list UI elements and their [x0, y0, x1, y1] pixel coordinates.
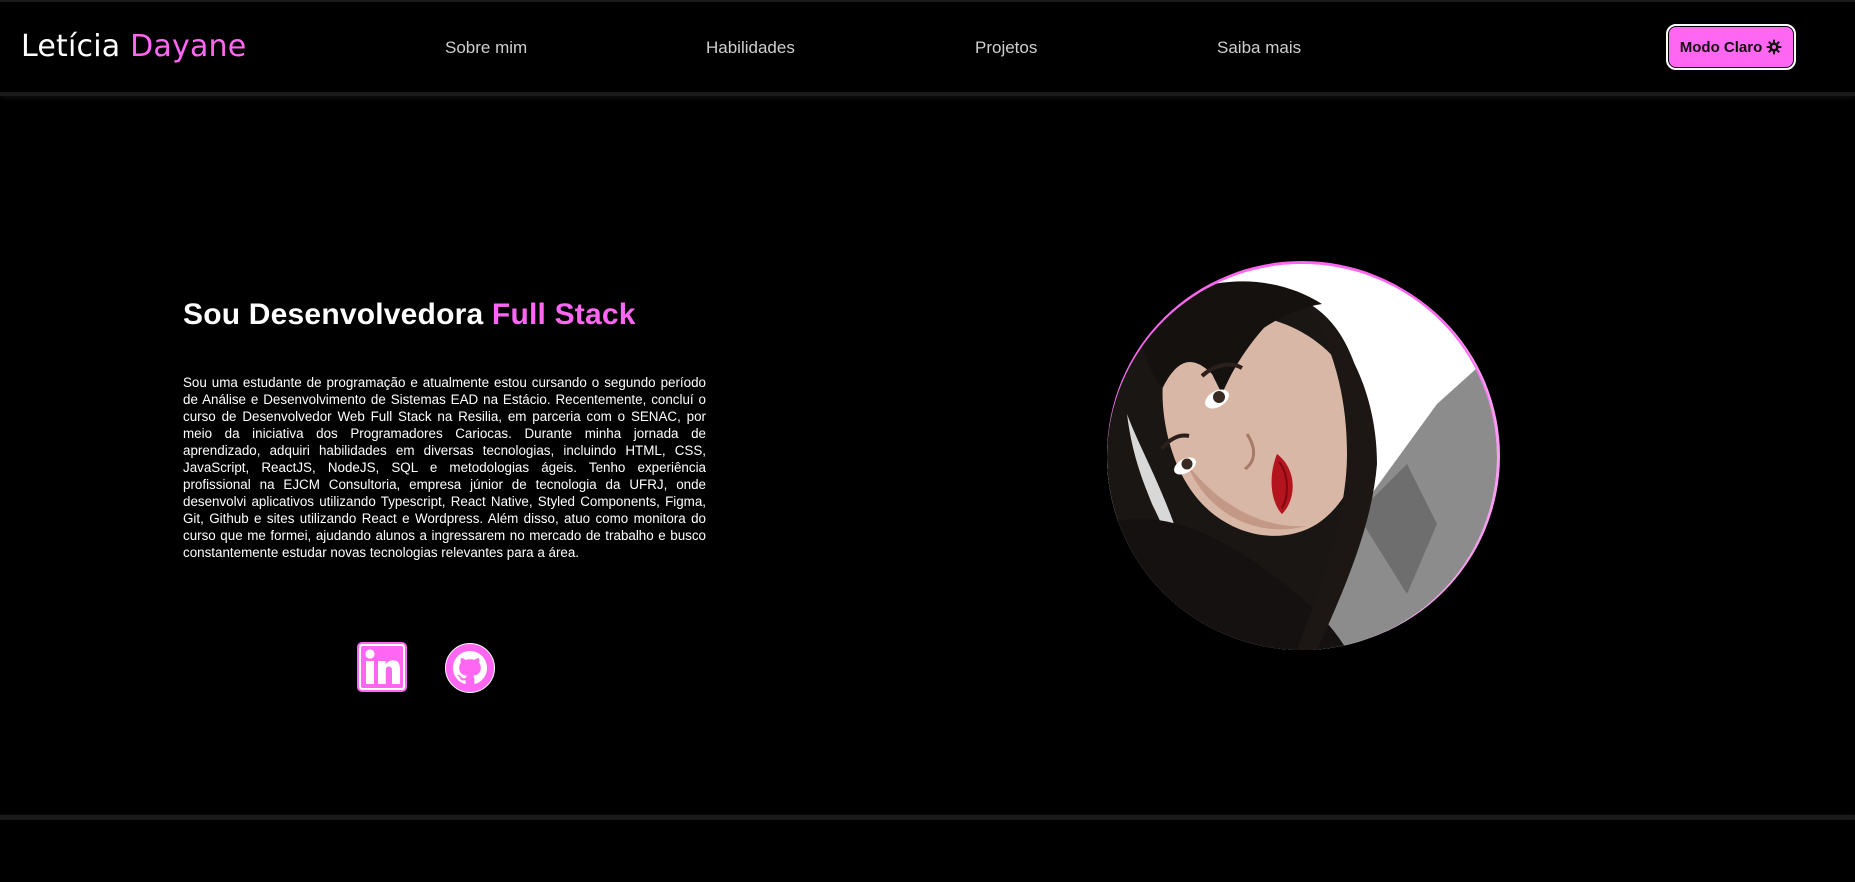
theme-toggle-label: Modo Claro — [1679, 38, 1763, 56]
bio-paragraph: Sou uma estudante de programação e atual… — [183, 375, 706, 561]
theme-toggle-button[interactable]: Modo Claro — [1666, 24, 1796, 70]
hero-title-prefix: Sou Desenvolvedora — [183, 298, 484, 332]
github-link[interactable] — [444, 642, 496, 694]
logo-first-name: Letícia — [21, 29, 121, 64]
gear-icon — [1766, 39, 1782, 55]
nav-link-more[interactable]: Saiba mais — [1217, 38, 1301, 58]
nav-link-about[interactable]: Sobre mim — [445, 38, 527, 58]
nav-link-skills[interactable]: Habilidades — [706, 38, 795, 58]
hero-title-accent: Full Stack — [491, 298, 636, 332]
linkedin-icon — [357, 642, 407, 696]
profile-photo — [1107, 264, 1497, 650]
site-logo[interactable]: Letícia Dayane — [21, 29, 246, 64]
linkedin-link[interactable] — [357, 642, 407, 692]
nav-link-projects[interactable]: Projetos — [975, 38, 1037, 58]
github-icon — [444, 643, 496, 698]
logo-last-name: Dayane — [130, 29, 247, 64]
top-navbar: Letícia Dayane Sobre mim Habilidades Pro… — [0, 0, 1855, 96]
hero-title: Sou Desenvolvedora Full Stack — [183, 298, 636, 332]
footer-divider — [0, 815, 1855, 820]
